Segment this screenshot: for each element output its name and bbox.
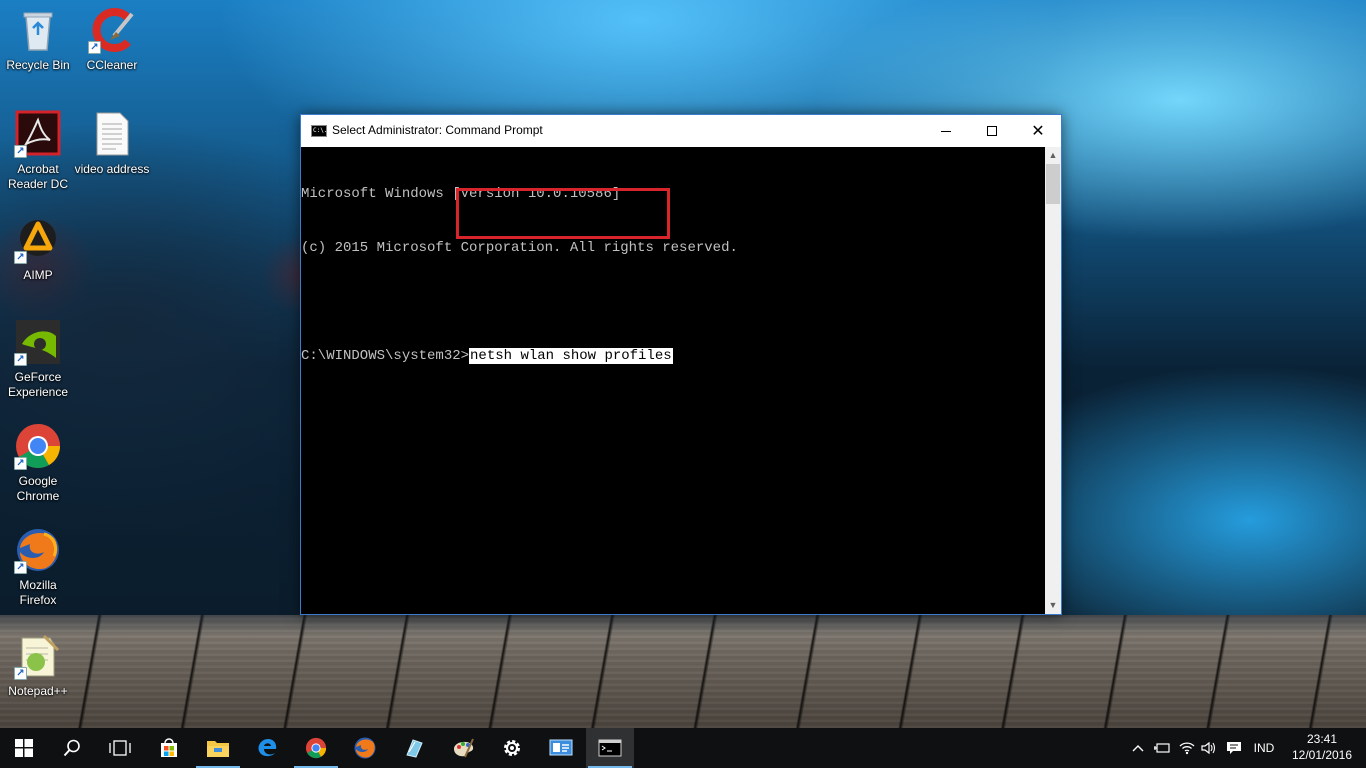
minimize-button[interactable] (923, 115, 969, 147)
geforce-experience-icon: ↗ (14, 318, 62, 366)
console-scrollbar[interactable]: ▲ ▼ (1045, 147, 1061, 614)
action-center-icon (1227, 742, 1241, 754)
tray-clock[interactable]: 23:41 12/01/2016 (1286, 731, 1358, 763)
acrobat-reader-icon: ↗ (14, 110, 62, 158)
shortcut-arrow-icon: ↗ (14, 457, 27, 470)
taskbar-edge[interactable] (243, 728, 291, 768)
recycle-bin-icon (14, 6, 62, 54)
minimize-icon (941, 130, 951, 132)
tray-volume-button[interactable] (1198, 728, 1220, 768)
console-line: (c) 2015 Microsoft Corporation. All righ… (301, 240, 738, 256)
tray-notifications-button[interactable] (1222, 728, 1246, 768)
desktop-icon-label: CCleaner (86, 58, 138, 72)
firefox-icon (354, 737, 376, 759)
windows-logo-icon (15, 739, 33, 757)
battery-plug-icon (1154, 743, 1170, 753)
console-output[interactable]: Microsoft Windows [Version 10.0.10586] (… (301, 147, 1045, 614)
shortcut-arrow-icon: ↗ (14, 561, 27, 574)
maximize-button[interactable] (969, 115, 1015, 147)
aimp-icon: ↗ (14, 216, 62, 264)
close-button[interactable]: ✕ (1015, 115, 1061, 147)
scroll-down-icon[interactable]: ▼ (1045, 597, 1061, 614)
scroll-up-icon[interactable]: ▲ (1045, 147, 1061, 164)
shortcut-arrow-icon: ↗ (14, 667, 27, 680)
desktop-icon-label: GeForce Experience (7, 370, 69, 399)
taskbar-paint[interactable] (439, 728, 487, 768)
console-line: Microsoft Windows [Version 10.0.10586] (301, 186, 621, 202)
desktop-icon-recycle-bin[interactable]: Recycle Bin (0, 6, 76, 73)
scroll-thumb[interactable] (1046, 164, 1060, 204)
desktop-icon-label: Google Chrome (16, 474, 60, 503)
desktop-icon-geforce-experience[interactable]: ↗ GeForce Experience (0, 318, 76, 400)
text-file-icon (88, 110, 136, 158)
desktop-icon-google-chrome[interactable]: ↗ Google Chrome (0, 422, 76, 504)
task-view-icon (109, 740, 131, 756)
desktop-icon-acrobat-reader[interactable]: ↗ Acrobat Reader DC (0, 110, 76, 192)
shortcut-arrow-icon: ↗ (88, 41, 101, 54)
desktop-icon-ccleaner[interactable]: ↗ CCleaner (74, 6, 150, 73)
ccleaner-icon: ↗ (88, 6, 136, 54)
paint-palette-icon (454, 738, 474, 758)
taskbar: IND 23:41 12/01/2016 (0, 728, 1366, 768)
desktop-icon-label: AIMP (23, 268, 53, 282)
shortcut-arrow-icon: ↗ (14, 353, 27, 366)
console-command-line: C:\WINDOWS\system32>netsh wlan show prof… (301, 347, 1045, 365)
folder-icon (207, 741, 229, 757)
control-panel-icon (549, 739, 573, 756)
shortcut-arrow-icon: ↗ (14, 251, 27, 264)
taskbar-chrome[interactable] (292, 728, 340, 768)
chevron-up-icon (1132, 745, 1144, 752)
console-prompt: C:\WINDOWS\system32> (301, 348, 470, 364)
taskbar-store[interactable] (145, 728, 193, 768)
firefox-icon: ↗ (14, 526, 62, 574)
clock-time: 23:41 (1306, 732, 1338, 746)
command-prompt-icon: C:\. (311, 125, 327, 137)
notepad-plus-plus-icon: ↗ (14, 632, 62, 680)
taskbar-app[interactable] (390, 728, 438, 768)
tray-overflow-button[interactable] (1128, 728, 1148, 768)
start-button[interactable] (0, 728, 48, 768)
window-title: Select Administrator: Command Prompt (332, 123, 543, 137)
command-prompt-icon (598, 739, 622, 757)
search-icon (63, 739, 80, 757)
desktop-icon-label: video address (74, 162, 150, 176)
close-icon: ✕ (1031, 121, 1045, 140)
taskbar-file-explorer[interactable] (194, 728, 242, 768)
app-icon (406, 739, 423, 758)
window-titlebar[interactable]: C:\. Select Administrator: Command Promp… (301, 115, 1061, 147)
console-command-text: netsh wlan show profiles (469, 348, 673, 364)
tray-battery-button[interactable] (1150, 728, 1174, 768)
chrome-icon (305, 737, 327, 759)
desktop-icon-label: Mozilla Firefox (19, 578, 57, 607)
edge-icon (258, 739, 277, 757)
desktop-icon-label: Recycle Bin (6, 58, 70, 72)
tray-wifi-button[interactable] (1176, 728, 1198, 768)
desktop-icon-label: Acrobat Reader DC (7, 162, 69, 191)
gear-icon (504, 740, 520, 756)
clock-date: 12/01/2016 (1291, 748, 1353, 762)
desktop-icon-mozilla-firefox[interactable]: ↗ Mozilla Firefox (0, 526, 76, 608)
task-view-button[interactable] (96, 728, 144, 768)
desktop-icon-aimp[interactable]: ↗ AIMP (0, 216, 76, 283)
desktop-icon-notepad-plus-plus[interactable]: ↗ Notepad++ (0, 632, 76, 699)
shortcut-arrow-icon: ↗ (14, 145, 27, 158)
taskbar-firefox[interactable] (341, 728, 389, 768)
taskbar-control-panel[interactable] (537, 728, 585, 768)
command-prompt-window[interactable]: C:\. Select Administrator: Command Promp… (300, 114, 1062, 615)
desktop-icon-label: Notepad++ (8, 684, 68, 698)
command-highlight-box (456, 188, 670, 239)
wifi-icon (1179, 742, 1195, 755)
taskbar-command-prompt[interactable] (586, 728, 634, 768)
taskbar-settings[interactable] (488, 728, 536, 768)
chrome-icon: ↗ (14, 422, 62, 470)
desktop-icon-video-address[interactable]: video address (74, 110, 150, 177)
volume-icon (1201, 741, 1216, 755)
wallpaper-floor-shadow (0, 615, 1366, 635)
search-button[interactable] (48, 728, 96, 768)
store-icon (161, 738, 177, 757)
maximize-icon (987, 126, 997, 136)
tray-language-button[interactable]: IND (1248, 728, 1280, 768)
